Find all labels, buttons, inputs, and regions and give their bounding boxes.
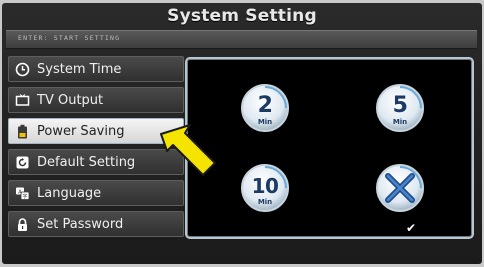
- menu-item-tv-output[interactable]: TV Output: [8, 87, 184, 113]
- menu-item-label: Default Setting: [37, 155, 136, 170]
- menu-item-language[interactable]: A 字 Language: [8, 180, 184, 206]
- option-5-min[interactable]: 5 Min: [374, 82, 426, 134]
- menu-item-set-password[interactable]: Set Password: [8, 211, 184, 237]
- option-value: 5: [392, 93, 408, 118]
- option-value: 10: [251, 174, 279, 198]
- page-title: System Setting: [167, 6, 317, 26]
- menu-item-label: TV Output: [37, 93, 104, 108]
- selected-check-icon: ✔: [406, 221, 417, 235]
- menu-item-label: System Time: [37, 62, 122, 77]
- pointer-arrow-icon: [160, 124, 216, 176]
- hint-bar: ENTER: START SETTING: [6, 30, 477, 49]
- lock-icon: [18, 218, 27, 231]
- option-2-min[interactable]: 2 Min: [239, 82, 291, 134]
- battery-icon: [18, 124, 27, 139]
- option-10-min[interactable]: 10 Min: [239, 162, 291, 214]
- language-icon: A 字: [16, 187, 30, 200]
- option-unit: Min: [392, 118, 408, 126]
- option-unit: Min: [257, 198, 273, 206]
- power-saving-panel: [185, 57, 474, 239]
- reset-icon: [16, 156, 29, 169]
- menu-item-label: Power Saving: [37, 124, 125, 139]
- menu-item-label: Set Password: [37, 217, 124, 232]
- tv-icon: [15, 94, 30, 106]
- option-unit: Min: [257, 118, 273, 126]
- clock-icon: [15, 62, 30, 77]
- menu-item-label: Language: [37, 186, 102, 201]
- svg-text:字: 字: [22, 193, 27, 200]
- option-off[interactable]: [374, 162, 426, 214]
- option-value: 2: [257, 93, 273, 118]
- hint-text: ENTER: START SETTING: [18, 34, 121, 42]
- off-x-icon: [376, 164, 424, 212]
- menu-item-system-time[interactable]: System Time: [8, 56, 184, 82]
